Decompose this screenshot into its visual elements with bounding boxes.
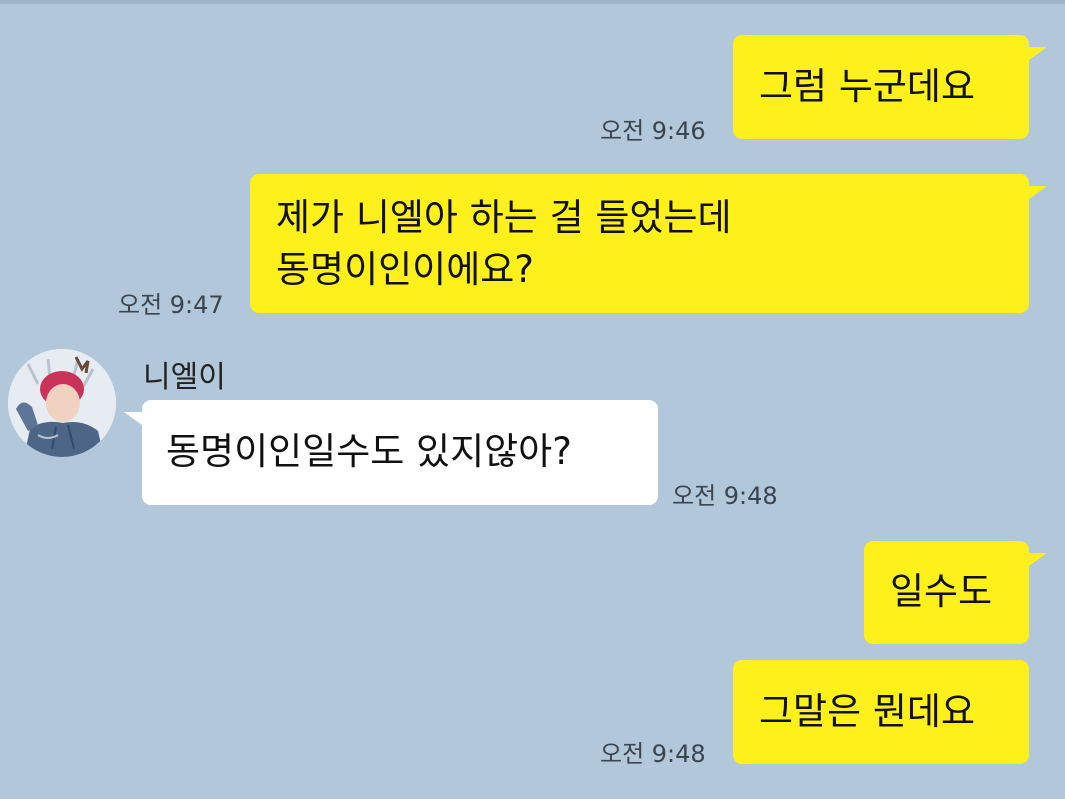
top-divider	[0, 0, 1065, 4]
message-timestamp: 오전 9:48	[672, 482, 778, 510]
my-message-bubble[interactable]: 그럼 누군데요	[733, 35, 1047, 139]
bubble-tail	[1025, 47, 1047, 63]
avatar-image	[8, 349, 116, 457]
bubble-tail	[124, 412, 146, 428]
message-text: 그럼 누군데요	[759, 65, 976, 108]
my-message-bubble[interactable]: 일수도	[864, 541, 1047, 644]
bubble-tail	[1025, 186, 1047, 202]
message-text: 제가 니엘아 하는 걸 들었는데	[276, 196, 732, 239]
my-message-bubble[interactable]: 제가 니엘아 하는 걸 들었는데 동명이인이에요?	[250, 174, 1047, 313]
my-message-bubble[interactable]: 그말은 뭔데요	[733, 660, 1029, 764]
message-timestamp: 오전 9:46	[600, 117, 706, 145]
message-timestamp: 오전 9:48	[600, 740, 706, 768]
message-text: 그말은 뭔데요	[759, 690, 976, 733]
profile-avatar[interactable]	[8, 349, 116, 457]
sender-name: 니엘이	[143, 360, 226, 395]
message-text: 일수도	[890, 570, 993, 613]
message-timestamp: 오전 9:47	[118, 291, 224, 319]
other-message-bubble[interactable]: 동명이인일수도 있지않아?	[124, 400, 658, 505]
bubble-tail	[1025, 553, 1047, 569]
message-text: 동명이인일수도 있지않아?	[166, 430, 572, 473]
message-text: 동명이인이에요?	[276, 248, 534, 291]
